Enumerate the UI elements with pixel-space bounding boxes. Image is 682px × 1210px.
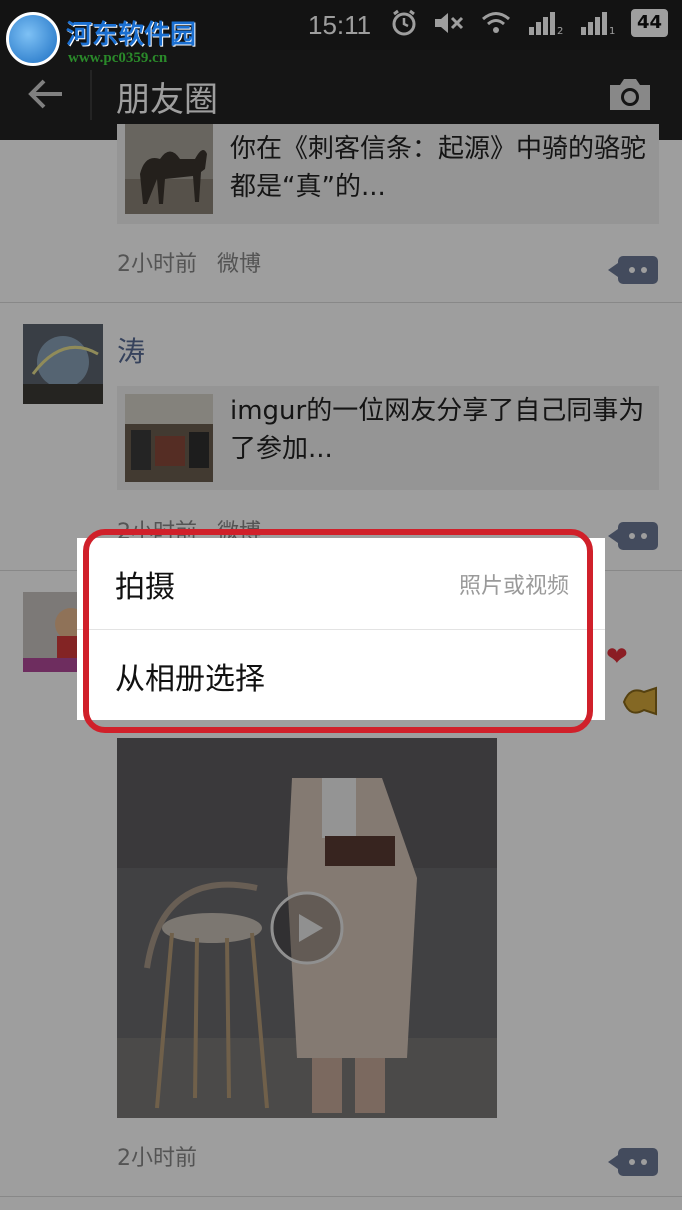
watermark-logo-icon	[6, 12, 60, 66]
watermark-title: 河东软件园	[66, 20, 197, 50]
highlight-annotation	[83, 529, 593, 733]
watermark-url: www.pc0359.cn	[68, 50, 168, 66]
watermark: 河东软件园 www.pc0359.cn	[6, 6, 206, 70]
